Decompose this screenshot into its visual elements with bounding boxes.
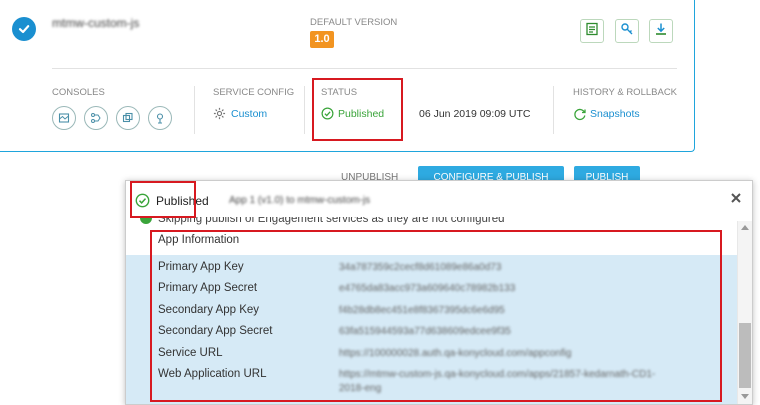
service-config-link[interactable]: Custom <box>231 108 267 120</box>
published-check-icon <box>135 193 150 208</box>
key-icon <box>620 22 634 41</box>
download-button[interactable] <box>649 19 673 43</box>
close-button[interactable] <box>728 191 744 207</box>
published-check-icon <box>321 107 334 125</box>
report-icon <box>585 22 599 41</box>
gear-icon <box>213 107 226 125</box>
secondary-app-secret-label: Secondary App Secret <box>158 325 273 337</box>
info-check-icon <box>140 217 152 224</box>
consoles-label: CONSOLES <box>52 87 105 98</box>
web-app-url-value-cont: 2018-eng <box>339 383 382 394</box>
status-label: STATUS <box>321 87 358 98</box>
skipping-text: Skipping publish of Engagement services … <box>158 213 505 225</box>
close-icon <box>731 190 741 208</box>
download-icon <box>654 22 668 41</box>
app-key-button[interactable] <box>615 19 639 43</box>
default-version-label: DEFAULT VERSION <box>310 17 398 28</box>
app-name[interactable]: mtmw-custom-js <box>52 16 139 30</box>
scroll-down-arrow[interactable] <box>741 394 749 399</box>
modal-published-label: Published <box>156 193 209 208</box>
scroll-up-arrow[interactable] <box>741 225 749 230</box>
status-date: 06 Jun 2019 09:09 UTC <box>419 108 531 120</box>
web-app-url-label: Web Application URL <box>158 368 267 380</box>
history-rollback-label: HISTORY & ROLLBACK <box>573 87 678 98</box>
primary-app-key-value: 34a787359c2cecf8d61089e86a0d73 <box>339 262 502 273</box>
modal-app-name: App 1 (v1.0) to mtmw-custom-js <box>229 195 371 206</box>
secondary-app-key-value: f4b28db8ec451e8f8367395dc6e6d95 <box>339 305 505 316</box>
divider <box>553 86 554 134</box>
report-button[interactable] <box>580 19 604 43</box>
modal-status: Published <box>135 193 209 208</box>
secondary-app-secret-value: 63fa515944593a77d638609edcee9f35 <box>339 326 511 337</box>
snapshots-link[interactable]: Snapshots <box>590 108 640 120</box>
service-url-label: Service URL <box>158 347 223 359</box>
web-app-url-value: https://mtmw-custom-js.qa-konycloud.com/… <box>339 369 656 380</box>
divider <box>194 86 195 134</box>
divider <box>304 86 305 134</box>
check-icon <box>12 17 36 41</box>
primary-app-key-label: Primary App Key <box>158 261 244 273</box>
service-config-label: SERVICE CONFIG <box>213 87 295 98</box>
console-flow-icon[interactable] <box>84 106 108 130</box>
secondary-app-key-label: Secondary App Key <box>158 304 260 316</box>
publish-result-modal: Published App 1 (v1.0) to mtmw-custom-js… <box>125 180 753 405</box>
skipping-message: Skipping publish of Engagement services … <box>140 213 505 225</box>
console-user-icon[interactable] <box>148 106 172 130</box>
app-card: mtmw-custom-js DEFAULT VERSION 1.0 CONSO… <box>0 0 695 152</box>
scrollbar-thumb[interactable] <box>739 323 751 388</box>
primary-app-secret-label: Primary App Secret <box>158 282 258 294</box>
service-url-value: https://100000028.auth.qa-konycloud.com/… <box>339 348 572 359</box>
app-information-label: App Information <box>158 234 240 246</box>
status-value: Published <box>338 108 385 120</box>
primary-app-secret-value: e4765da83acc973a609640c78982b133 <box>339 283 516 294</box>
console-windows-icon[interactable] <box>116 106 140 130</box>
console-map-icon[interactable] <box>52 106 76 130</box>
version-badge: 1.0 <box>310 31 334 48</box>
card-divider <box>52 68 677 69</box>
sync-icon <box>573 107 587 126</box>
